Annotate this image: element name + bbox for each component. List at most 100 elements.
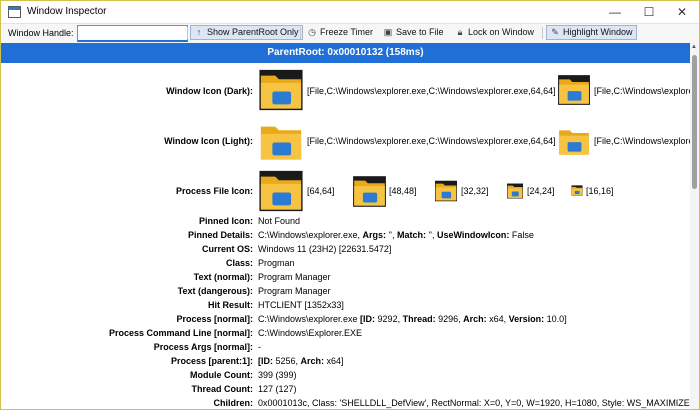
folder-icon xyxy=(259,69,303,111)
arch-value: x64, xyxy=(486,314,509,324)
process-file-icon-label: Process File Icon: xyxy=(175,186,253,196)
process-id-key: [ID: xyxy=(360,314,376,324)
toolbar: Window Handle: ↑ Show ParentRoot Only ◷ Fr… xyxy=(1,23,699,44)
folder-icon xyxy=(260,126,302,160)
args-value: '', xyxy=(386,230,398,240)
close-icon[interactable]: ✕ xyxy=(665,1,699,23)
process-args-label: Process Args [normal]: xyxy=(153,342,253,352)
window-icon-light-label: Window Icon (Light): xyxy=(164,136,253,146)
thread-value: 9296, xyxy=(435,314,464,324)
cmdline-value: C:\Windows\Explorer.EXE xyxy=(258,328,363,338)
icon-size-24: [24,24] xyxy=(527,186,555,196)
pinned-icon-label: Pinned Icon: xyxy=(199,216,253,226)
highlight-window-label: Highlight Window xyxy=(563,27,633,37)
folder-icon-16 xyxy=(571,185,583,196)
folder-icon-64 xyxy=(259,170,303,212)
args-key: Args: xyxy=(362,230,387,240)
toolbar-separator xyxy=(300,27,301,39)
window-title: Window Inspector xyxy=(27,6,107,17)
freeze-timer-button[interactable]: ◷ Freeze Timer xyxy=(303,25,377,40)
version-value: 10.0] xyxy=(544,314,567,324)
text-dangerous-label: Text (dangerous): xyxy=(177,286,253,296)
parent-arch-key: Arch: xyxy=(300,356,325,366)
text-dangerous-value: Program Manager xyxy=(258,286,331,296)
lock-icon: 🔒︎ xyxy=(457,27,463,37)
hit-result-label: Hit Result: xyxy=(208,300,253,310)
thread-key: Thread: xyxy=(402,314,436,324)
process-path: C:\Windows\explorer.exe xyxy=(258,314,361,324)
arch-key: Arch: xyxy=(463,314,487,324)
thread-count-value: 127 (127) xyxy=(258,384,297,394)
inspector-content: Window Icon (Dark): [File,C:\Windows\exp… xyxy=(1,63,690,409)
folder-icon-48 xyxy=(353,176,386,207)
lock-on-window-label: Lock on Window xyxy=(468,27,535,37)
process-parent-value: [ID: 5256, Arch: x64] xyxy=(258,356,344,366)
process-parent-label: Process [parent:1]: xyxy=(170,356,253,366)
use-window-icon-key: UseWindowIcon: xyxy=(436,230,510,240)
show-parentroot-only-button[interactable]: ↑ Show ParentRoot Only xyxy=(190,25,303,40)
pinned-details-label: Pinned Details: xyxy=(187,230,253,240)
minimize-icon[interactable]: — xyxy=(598,1,632,23)
show-parentroot-only-label: Show ParentRoot Only xyxy=(207,27,299,37)
icon-size-16: [16,16] xyxy=(586,186,614,196)
window-icon-dark-label: Window Icon (Dark): xyxy=(166,86,253,96)
folder-icon xyxy=(558,75,590,105)
process-normal-label: Process [normal]: xyxy=(176,314,253,324)
process-normal-value: C:\Windows\explorer.exe [ID: 9292, Threa… xyxy=(258,314,567,324)
highlight-window-button[interactable]: ✎ Highlight Window xyxy=(546,25,637,40)
parent-arch-value: x64] xyxy=(324,356,344,366)
lock-on-window-button[interactable]: 🔒︎ Lock on Window xyxy=(451,25,538,40)
version-key: Version: xyxy=(508,314,545,324)
match-key: Match: xyxy=(397,230,427,240)
children-label: Children: xyxy=(213,398,254,408)
icon-size-48: [48,48] xyxy=(389,186,417,196)
icon-size-64: [64,64] xyxy=(307,186,335,196)
icon-size-32: [32,32] xyxy=(461,186,489,196)
module-count-label: Module Count: xyxy=(190,370,253,380)
process-id-value: 9292, xyxy=(375,314,403,324)
vertical-scrollbar[interactable]: ▲ xyxy=(690,43,699,409)
window-handle-input[interactable] xyxy=(77,25,188,42)
class-value: Progman xyxy=(258,258,295,268)
parentroot-header: ParentRoot: 0x00010132 (158ms) xyxy=(1,43,690,63)
parent-id-value: 5256, xyxy=(273,356,301,366)
parent-id-key: [ID: xyxy=(258,356,273,366)
cmdline-label: Process Command Line [normal]: xyxy=(108,328,253,338)
folder-icon xyxy=(559,130,589,155)
pinned-details-value: C:\Windows\explorer.exe, Args: '', Match… xyxy=(258,230,534,240)
pinned-icon-value: Not Found xyxy=(258,216,301,226)
current-os-label: Current OS: xyxy=(201,244,253,254)
freeze-timer-label: Freeze Timer xyxy=(320,27,374,37)
match-value: '', xyxy=(426,230,437,240)
children-value: 0x0001013c, Class: 'SHELLDLL_DefView', R… xyxy=(258,398,690,408)
use-window-icon-value: False xyxy=(509,230,534,240)
window-icon-dark-text-1: [File,C:\Windows\explorer.exe,C:\Windows… xyxy=(307,86,556,96)
current-os-value: Windows 11 (23H2) [22631.5472] xyxy=(258,244,392,254)
scroll-up-arrow-icon[interactable]: ▲ xyxy=(691,44,697,50)
save-to-file-label: Save to File xyxy=(396,27,444,37)
text-normal-label: Text (normal): xyxy=(193,272,253,282)
pencil-icon: ✎ xyxy=(551,27,559,37)
scrollbar-thumb[interactable] xyxy=(692,55,697,189)
pinned-details-path: C:\Windows\explorer.exe, xyxy=(258,230,363,240)
toolbar-separator xyxy=(187,27,188,39)
window-handle-label: Window Handle: xyxy=(8,28,74,38)
toolbar-separator xyxy=(542,27,543,39)
window-icon-light-text-1: [File,C:\Windows\explorer.exe,C:\Windows… xyxy=(307,136,556,146)
save-icon: ▣ xyxy=(383,27,393,37)
maximize-icon[interactable]: ☐ xyxy=(632,1,666,23)
module-count-value: 399 (399) xyxy=(258,370,297,380)
title-bar: Window Inspector — ☐ ✕ xyxy=(1,1,699,23)
hit-result-value: HTCLIENT [1352x33] xyxy=(258,300,344,310)
save-to-file-button[interactable]: ▣ Save to File xyxy=(379,25,448,40)
folder-icon-32 xyxy=(435,180,457,202)
window-icon-dark-text-2: [File,C:\Windows\explorer.exe,C xyxy=(594,86,690,96)
class-label: Class: xyxy=(225,258,253,268)
window-icon-light-text-2: [File,C:\Windows\explorer.exe,C xyxy=(594,136,690,146)
thread-count-label: Thread Count: xyxy=(191,384,254,394)
arrow-up-icon: ↑ xyxy=(196,27,202,37)
app-window: Window Inspector — ☐ ✕ Window Handle: ↑ S… xyxy=(0,0,700,410)
clock-icon: ◷ xyxy=(308,27,316,37)
process-args-value: - xyxy=(258,342,261,352)
app-window-icon xyxy=(8,6,21,18)
